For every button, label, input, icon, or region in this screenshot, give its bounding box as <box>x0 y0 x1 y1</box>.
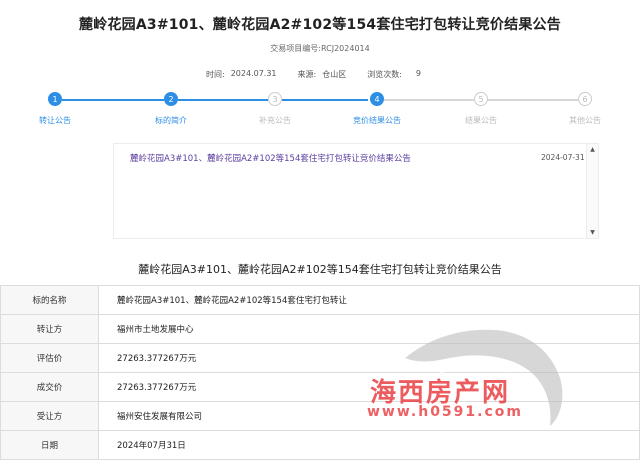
step-label: 结果公告 <box>465 116 497 125</box>
step-3[interactable]: 3 补充公告 <box>235 92 315 126</box>
time-value: 2024.07.31 <box>230 69 277 78</box>
row-key: 成交价 <box>0 372 99 402</box>
row-key: 日期 <box>0 430 99 460</box>
step-number: 5 <box>474 92 488 106</box>
views-value: 9 <box>415 69 422 78</box>
step-number: 4 <box>370 92 384 106</box>
step-label: 补充公告 <box>259 116 291 125</box>
watermark-url: www.h0591.com <box>367 404 523 420</box>
step-label: 竞价结果公告 <box>353 116 401 125</box>
step-label: 标的简介 <box>155 116 187 125</box>
step-5[interactable]: 5 结果公告 <box>441 92 521 126</box>
table-row: 日期 2024年07月31日 <box>0 430 640 460</box>
step-label: 其他公告 <box>569 116 601 125</box>
row-value: 2024年07月31日 <box>98 430 640 460</box>
source-label: 来源: <box>297 70 317 79</box>
notice-list-scrollbar[interactable]: ▲ ▼ <box>586 144 598 238</box>
table-row: 标的名称 麓岭花园A3#101、麓岭花园A2#102等154套住宅打包转让 <box>0 285 640 315</box>
row-value: 麓岭花园A3#101、麓岭花园A2#102等154套住宅打包转让 <box>98 285 640 315</box>
row-key: 转让方 <box>0 314 99 344</box>
row-key: 评估价 <box>0 343 99 373</box>
project-code: 交易项目编号:RCJ2024014 <box>270 44 370 53</box>
row-key: 受让方 <box>0 401 99 431</box>
notice-list-panel: 麓岭花园A3#101、麓岭花园A2#102等154套住宅打包转让竞价结果公告 2… <box>113 143 599 239</box>
triangle-down-icon[interactable]: ▼ <box>587 229 598 236</box>
notice-list-item-date: 2024-07-31 <box>541 153 585 162</box>
meta-info: 时间: 2024.07.31 来源: 仓山区 浏览次数: 9 <box>206 69 421 80</box>
views-label: 浏览次数: <box>367 70 402 79</box>
step-6[interactable]: 6 其他公告 <box>545 92 625 126</box>
source-value: 仓山区 <box>322 70 347 79</box>
result-section-title: 麓岭花园A3#101、麓岭花园A2#102等154套住宅打包转让竞价结果公告 <box>138 263 502 276</box>
triangle-up-icon[interactable]: ▲ <box>587 146 598 153</box>
step-number: 2 <box>164 92 178 106</box>
progress-stepper: 1 转让公告 2 标的简介 3 补充公告 4 竞价结果公告 5 结果公告 6 其… <box>0 92 640 132</box>
step-number: 6 <box>578 92 592 106</box>
step-number: 3 <box>268 92 282 106</box>
step-label: 转让公告 <box>39 116 71 125</box>
step-2[interactable]: 2 标的简介 <box>131 92 211 126</box>
notice-list-item-link[interactable]: 麓岭花园A3#101、麓岭花园A2#102等154套住宅打包转让竞价结果公告 <box>130 152 411 164</box>
step-4[interactable]: 4 竞价结果公告 <box>337 92 417 126</box>
step-1[interactable]: 1 转让公告 <box>15 92 95 126</box>
step-number: 1 <box>48 92 62 106</box>
time-label: 时间: <box>206 70 225 79</box>
row-key: 标的名称 <box>0 285 99 315</box>
page-title: 麓岭花园A3#101、麓岭花园A2#102等154套住宅打包转让竞价结果公告 <box>79 17 561 33</box>
